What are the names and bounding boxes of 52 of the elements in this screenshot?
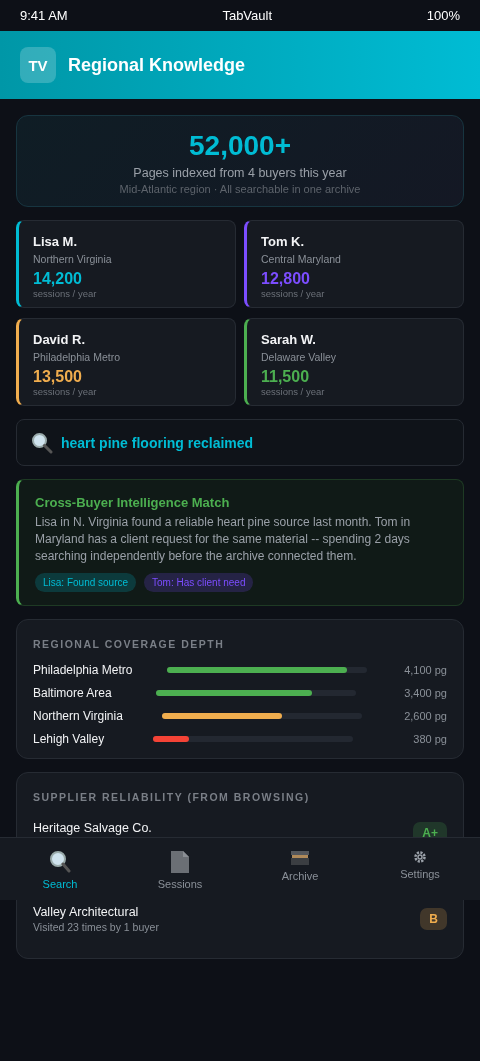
nav-tab[interactable]: Search [0, 838, 120, 900]
status-time: 9:41 AM [20, 8, 68, 23]
grade-badge: B [420, 908, 447, 930]
match-title: Cross-Buyer Intelligence Match [35, 495, 231, 510]
session-count: 12,800 [261, 270, 311, 288]
buyer-name: Lisa M. [33, 234, 79, 249]
buyer-region: Northern Virginia [33, 253, 113, 265]
session-unit: sessions / year [33, 386, 98, 397]
search-icon [31, 431, 53, 454]
region-name: Lehigh Valley [33, 731, 105, 746]
nav-tab[interactable]: Sessions [120, 838, 240, 900]
search-input[interactable]: heart pine flooring reclaimed [61, 434, 449, 451]
session-unit: sessions / year [33, 288, 98, 299]
app-name: TabVault [222, 8, 273, 23]
page-count: 2,600 pg [403, 709, 447, 722]
buyer-region: Central Maryland [261, 253, 342, 265]
battery-level: 100% [426, 8, 460, 23]
session-unit: sessions / year [261, 288, 326, 299]
buyer-name: David R. [33, 332, 86, 347]
page-count: 3,400 pg [403, 686, 447, 699]
buyer-name: Tom K. [261, 234, 306, 249]
region-name: Baltimore Area [33, 685, 112, 700]
box-icon [290, 850, 310, 866]
buyer-tag: Lisa: Found source [35, 573, 137, 592]
supplier-name: Valley Architectural [33, 905, 140, 919]
summary-note: Mid-Atlantic region · All searchable in one archive [119, 183, 361, 195]
visit-count: Visited 23 times by 1 buyer [33, 921, 159, 933]
summary-caption: Pages indexed from 4 buyers this year [133, 166, 347, 180]
session-count: 11,500 [261, 368, 311, 386]
page-count: 4,100 pg [403, 663, 447, 676]
buyer-region: Delaware Valley [261, 351, 338, 363]
search-field[interactable]: heart pine flooring reclaimed [16, 419, 464, 466]
session-count: 13,500 [33, 368, 83, 386]
nav-tab[interactable]: Archive [240, 838, 360, 900]
page-count: 380 pg [412, 732, 447, 745]
search-icon [49, 850, 71, 874]
region-name: Philadelphia Metro [33, 662, 133, 677]
supplier-name: Heritage Salvage Co. [33, 821, 152, 835]
session-count: 14,200 [33, 270, 83, 288]
region-name: Northern Virginia [33, 708, 123, 723]
section-heading: SUPPLIER RELIABILITY (FROM BROWSING) [33, 791, 311, 803]
buyer-region: Philadelphia Metro [33, 351, 121, 363]
settings-icon [413, 850, 427, 864]
buyer-name: Sarah W. [261, 332, 317, 347]
session-unit: sessions / year [261, 386, 326, 397]
document-icon [170, 850, 190, 874]
match-description: Lisa in N. Virginia found a reliable heart pine source last month. Tom in Maryland has a client request for the same material -- spending 2 days searching independently before the archive connected them. [35, 514, 412, 565]
buyer-tag: Tom: Has client need [144, 573, 254, 592]
page-count: 52,000+ [189, 130, 291, 162]
app-logo: TV [20, 47, 56, 83]
page-title: Regional Knowledge [68, 54, 245, 76]
section-heading: REGIONAL COVERAGE DEPTH [33, 638, 226, 650]
